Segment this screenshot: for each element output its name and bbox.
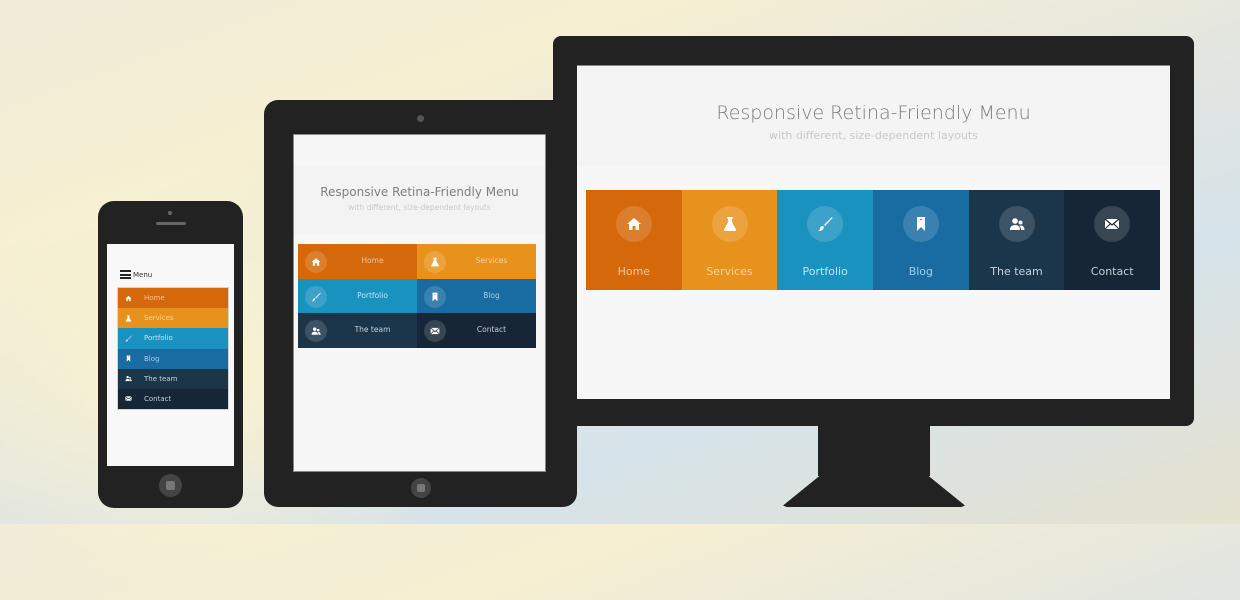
nav-item-contact[interactable]: Contact — [1064, 190, 1161, 290]
nav-item-label: Blog — [908, 265, 934, 278]
phone-home-button[interactable] — [159, 474, 182, 497]
phone-device: Menu Home Services Portfolio Blog The team Co… — [98, 201, 243, 508]
tablet-device: Responsive Retina-Friendly Menu with dif… — [264, 100, 577, 507]
nav-item-portfolio[interactable]: Portfolio — [777, 190, 874, 290]
tablet-screen: Responsive Retina-Friendly Menu with dif… — [293, 134, 546, 472]
phone-screen: Menu Home Services Portfolio Blog The team Co… — [107, 244, 234, 466]
nav-item-label: Services — [706, 265, 753, 278]
home-icon — [124, 295, 132, 302]
nav-item-the-team[interactable]: The team — [968, 190, 1065, 290]
menu-toggle-label: Menu — [133, 270, 153, 279]
envelope-icon — [124, 395, 132, 402]
desktop-screen: Responsive Retina-Friendly Menu with dif… — [577, 65, 1170, 399]
nav-item-the-team[interactable]: The team — [118, 368, 228, 389]
team-icon — [305, 320, 327, 343]
nav-item-the-team[interactable]: The team — [298, 313, 417, 348]
envelope-icon — [424, 320, 446, 343]
home-icon — [615, 206, 652, 242]
nav-item-contact[interactable]: Contact — [118, 388, 228, 410]
nav-item-home[interactable]: Home — [118, 288, 228, 309]
page-subtitle: with different, size-dependent layouts — [348, 203, 491, 212]
nav-item-label: Portfolio — [357, 290, 388, 300]
menu-toggle-button[interactable]: Menu — [120, 270, 152, 279]
desktop-nav-menu: Home Services Portfolio Blog The team Contact — [586, 190, 1161, 290]
nav-item-blog[interactable]: Blog — [417, 278, 536, 314]
header-band — [294, 165, 545, 235]
nav-item-portfolio[interactable]: Portfolio — [298, 278, 417, 314]
nav-item-home[interactable]: Home — [586, 190, 682, 290]
nav-item-home[interactable]: Home — [298, 244, 417, 279]
bookmark-icon — [124, 355, 132, 362]
brush-icon — [305, 285, 327, 308]
page-title: Responsive Retina-Friendly Menu — [320, 185, 519, 199]
team-icon — [124, 375, 132, 382]
envelope-icon — [1094, 206, 1131, 242]
flask-icon — [711, 206, 748, 242]
camera-icon — [168, 211, 172, 215]
nav-item-label: The team — [354, 325, 391, 335]
bookmark-icon — [902, 206, 939, 242]
home-icon — [305, 251, 327, 273]
page-title: Responsive Retina-Friendly Menu — [716, 102, 1031, 124]
flask-icon — [424, 251, 446, 273]
nav-item-label: Portfolio — [802, 265, 848, 278]
monitor-base — [783, 476, 965, 507]
nav-item-label: The team — [144, 374, 178, 383]
page-subtitle: with different, size-dependent layouts — [769, 129, 978, 142]
tablet-nav-menu: Home Services Portfolio Blog The team Contact — [298, 244, 536, 348]
nav-item-services[interactable]: Services — [681, 190, 778, 290]
nav-item-label: Services — [475, 256, 508, 265]
nav-item-services[interactable]: Services — [417, 244, 536, 279]
nav-item-blog[interactable]: Blog — [873, 190, 969, 290]
brush-icon — [807, 206, 844, 242]
tablet-home-button[interactable] — [411, 478, 431, 498]
nav-item-portfolio[interactable]: Portfolio — [118, 328, 228, 349]
desktop-monitor: Responsive Retina-Friendly Menu with dif… — [553, 36, 1194, 476]
monitor-stand — [818, 426, 930, 476]
hamburger-icon — [120, 270, 131, 279]
nav-item-label: Home — [361, 256, 384, 265]
team-icon — [998, 206, 1035, 242]
speaker-icon — [156, 222, 186, 225]
flask-icon — [124, 315, 132, 322]
nav-item-label: Services — [144, 314, 174, 323]
brush-icon — [124, 335, 132, 342]
phone-nav-menu: Home Services Portfolio Blog The team Contact — [118, 288, 228, 410]
camera-icon — [417, 115, 424, 122]
nav-item-label: Contact — [476, 325, 507, 335]
nav-item-label: Portfolio — [144, 334, 173, 343]
nav-item-blog[interactable]: Blog — [118, 348, 228, 369]
nav-item-label: Home — [617, 265, 651, 278]
nav-item-contact[interactable]: Contact — [417, 313, 536, 348]
nav-item-label: Home — [144, 294, 165, 303]
bookmark-icon — [424, 285, 446, 308]
nav-item-label: Blog — [144, 354, 160, 363]
nav-item-label: Blog — [483, 290, 500, 300]
nav-item-label: Contact — [144, 394, 172, 403]
nav-item-services[interactable]: Services — [118, 308, 228, 329]
nav-item-label: Contact — [1090, 265, 1134, 278]
nav-item-label: The team — [990, 265, 1043, 278]
